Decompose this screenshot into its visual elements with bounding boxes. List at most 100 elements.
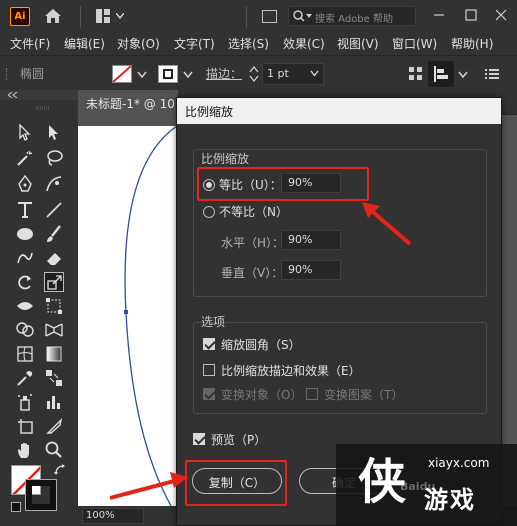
maximize-icon[interactable] <box>464 8 478 22</box>
ellipse-tool[interactable] <box>15 224 35 244</box>
slice-knife-icon <box>46 417 63 434</box>
chevron-down-icon[interactable] <box>116 13 124 19</box>
eraser-tool[interactable] <box>44 248 64 268</box>
stroke-color-swatch[interactable] <box>25 479 57 511</box>
perspective-grid-icon <box>45 323 63 337</box>
perspective-grid-tool[interactable] <box>44 320 64 340</box>
menu-list-icon[interactable] <box>484 66 500 82</box>
blend-tool[interactable] <box>44 368 64 388</box>
workspace-layout-icon[interactable] <box>96 9 110 23</box>
vertical-scale-value: 90% <box>288 263 313 276</box>
selection-tool[interactable] <box>15 122 35 142</box>
scale-group-title: 比例缩放 <box>201 152 250 166</box>
paintbrush-tool[interactable] <box>44 224 64 244</box>
menu-view[interactable]: 视图(V) <box>337 35 379 52</box>
transform-objects-checkbox[interactable] <box>203 388 215 400</box>
column-graph-tool[interactable] <box>44 392 64 412</box>
scale-strokes-checkbox[interactable] <box>203 364 215 376</box>
grip-handle[interactable] <box>6 68 9 80</box>
search-placeholder: 搜索 Adobe 帮助 <box>315 14 393 25</box>
annotation-arrow-icon <box>362 202 412 246</box>
stroke-swatch-inner <box>163 69 173 79</box>
document-tab[interactable]: 未标题-1* @ 10 <box>78 90 178 115</box>
zoom-level-select[interactable]: 100% <box>82 508 144 524</box>
menu-effect[interactable]: 效果(C) <box>283 35 325 52</box>
menu-window[interactable]: 窗口(W) <box>392 35 437 52</box>
scale-tool[interactable] <box>44 272 64 292</box>
align-options-button[interactable] <box>428 61 454 87</box>
type-tool[interactable] <box>15 200 35 220</box>
transform-objects-label: 变换对象（O） <box>221 388 303 402</box>
horizontal-scale-input[interactable]: 90% <box>281 230 341 250</box>
line-segment-tool[interactable] <box>44 200 64 220</box>
selection-arrow-icon <box>19 123 31 141</box>
direct-selection-arrow-icon <box>49 125 58 140</box>
dialog-title: 比例缩放 <box>177 98 501 124</box>
menu-object[interactable]: 对象(O) <box>117 35 160 52</box>
width-tool[interactable] <box>15 296 35 316</box>
default-colors-icon[interactable] <box>11 502 21 512</box>
shape-builder-tool[interactable] <box>15 320 35 340</box>
menu-select[interactable]: 选择(S) <box>228 35 269 52</box>
home-icon[interactable] <box>44 8 62 24</box>
non-uniform-radio[interactable] <box>203 206 215 218</box>
free-transform-icon <box>46 298 62 314</box>
minimize-icon[interactable] <box>432 8 446 22</box>
magic-wand-tool[interactable] <box>15 148 35 168</box>
ellipse-path[interactable] <box>78 126 177 516</box>
curvature-tool[interactable] <box>44 174 64 194</box>
rotate-icon <box>18 275 31 290</box>
stepper-icon[interactable] <box>248 64 260 84</box>
direct-selection-tool[interactable] <box>44 122 64 142</box>
zoom-value: 100% <box>86 510 115 521</box>
transform-patterns-checkbox[interactable] <box>306 388 318 400</box>
chevron-down-icon[interactable] <box>137 71 147 79</box>
menu-type[interactable]: 文字(T) <box>174 35 215 52</box>
chevron-down-icon[interactable] <box>458 71 468 79</box>
pen-tool[interactable] <box>15 174 35 194</box>
stroke-label[interactable]: 描边： <box>206 65 242 82</box>
eyedropper-icon <box>17 371 33 386</box>
vertical-scale-input[interactable]: 90% <box>281 260 341 280</box>
swap-colors-icon[interactable] <box>54 464 66 476</box>
mesh-tool[interactable] <box>15 344 35 364</box>
menu-bar: 文件(F) 编辑(E) 对象(O) 文字(T) 选择(S) 效果(C) 视图(V… <box>0 33 517 55</box>
horizontal-scale-value: 90% <box>288 233 313 246</box>
artboard-tool[interactable] <box>15 416 35 436</box>
grip-icon[interactable] <box>36 106 50 110</box>
search-help-input[interactable]: 搜索 Adobe 帮助 <box>288 6 416 26</box>
width-icon <box>17 302 33 310</box>
eyedropper-tool[interactable] <box>15 368 35 388</box>
gradient-tool[interactable] <box>44 344 64 364</box>
highlight-box-copy <box>185 460 287 506</box>
collapse-icon[interactable] <box>8 92 18 98</box>
app-logo: Ai <box>10 7 30 26</box>
scale-corners-checkbox[interactable] <box>203 338 215 350</box>
lasso-tool[interactable] <box>44 148 64 168</box>
menu-file[interactable]: 文件(F) <box>10 35 50 52</box>
fill-swatch[interactable] <box>112 65 132 83</box>
zoom-tool[interactable] <box>44 440 64 460</box>
hand-tool[interactable] <box>15 440 35 460</box>
free-transform-tool[interactable] <box>44 296 64 316</box>
rotate-tool[interactable] <box>15 272 35 292</box>
preview-checkbox[interactable] <box>193 433 205 445</box>
stroke-swatch[interactable] <box>158 65 178 83</box>
close-icon[interactable] <box>494 8 508 22</box>
hand-icon <box>18 443 29 458</box>
shaper-tool[interactable] <box>15 248 35 268</box>
menu-edit[interactable]: 编辑(E) <box>64 35 105 52</box>
shaper-icon <box>17 252 33 264</box>
eraser-icon <box>47 253 61 265</box>
arrange-documents-icon[interactable] <box>262 10 277 23</box>
artboard[interactable] <box>78 126 177 516</box>
stroke-weight-input[interactable]: 1 pt <box>262 63 324 85</box>
chevron-down-icon <box>306 14 312 18</box>
symbol-sprayer-tool[interactable] <box>15 392 35 412</box>
slice-tool[interactable] <box>44 416 64 436</box>
separator <box>80 6 81 28</box>
chevron-down-icon[interactable] <box>183 71 193 79</box>
menu-help[interactable]: 帮助(H) <box>451 35 493 52</box>
align-grid-icon[interactable] <box>408 66 424 82</box>
watermark-overlay: Baidu <box>400 480 436 493</box>
